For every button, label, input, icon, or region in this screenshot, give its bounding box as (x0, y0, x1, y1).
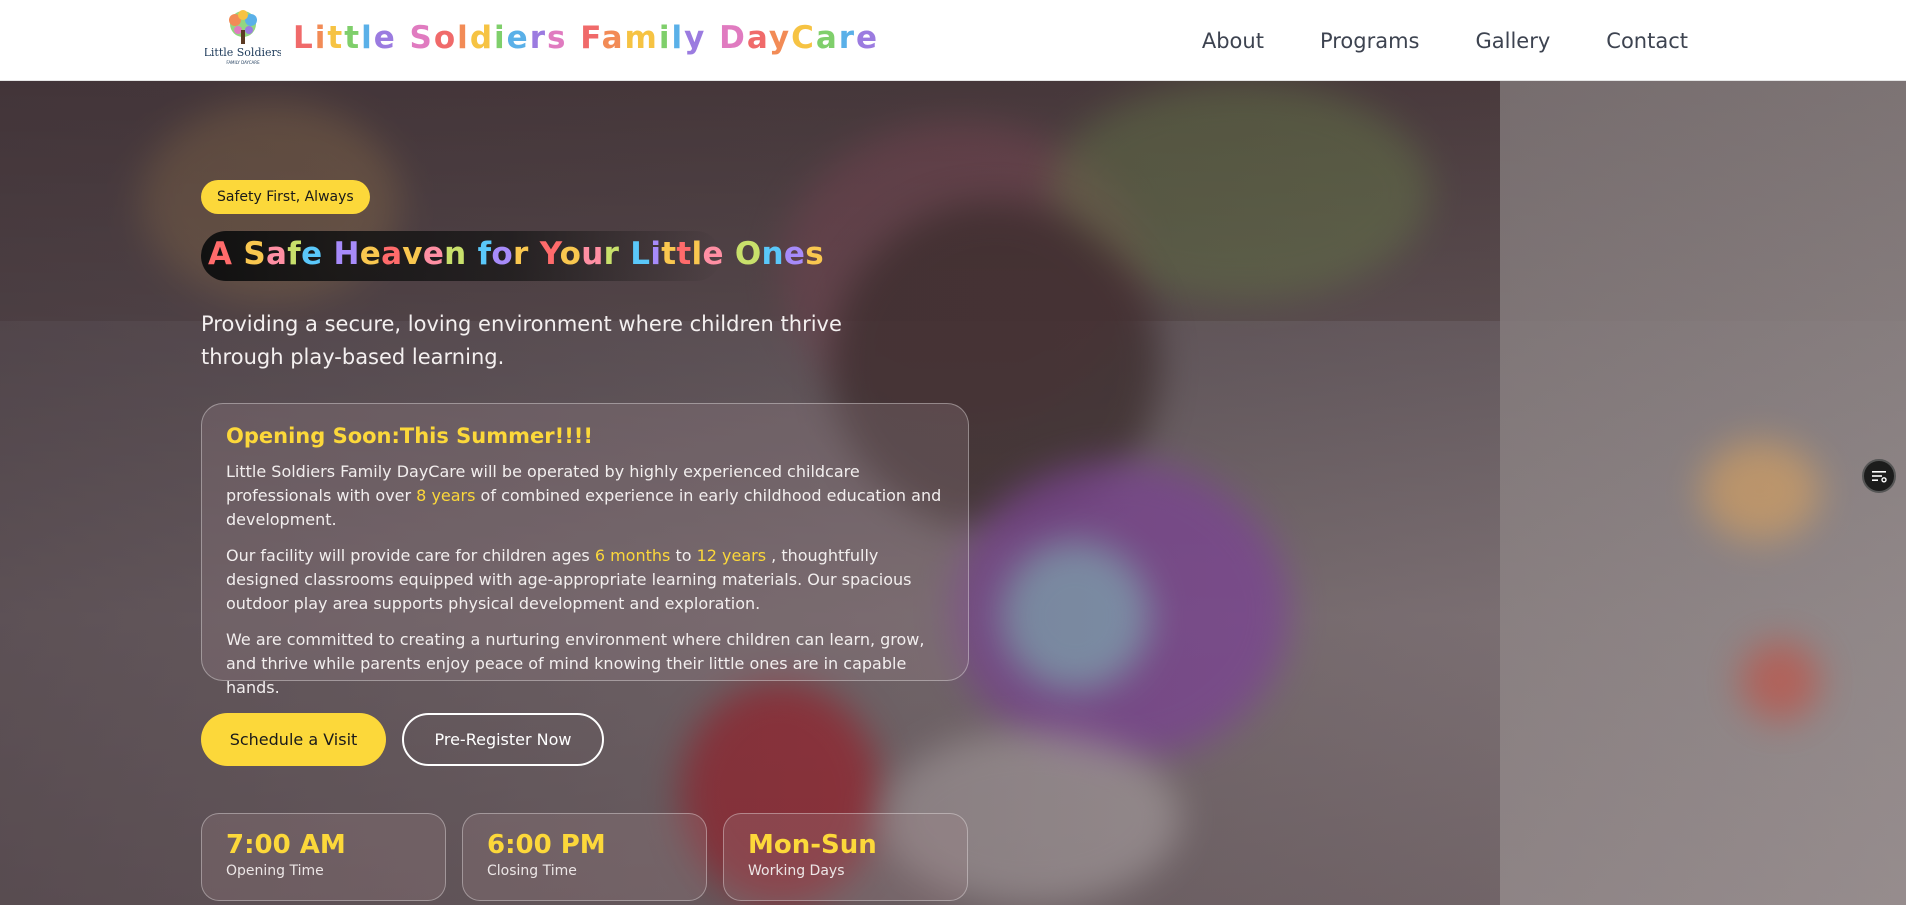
pre-register-button[interactable]: Pre-Register Now (402, 713, 604, 766)
stat-value: 6:00 PM (487, 830, 606, 860)
stat-value: 7:00 AM (226, 830, 346, 860)
highlight-years: 8 years (416, 486, 476, 505)
info-paragraph-commitment: We are committed to creating a nurturing… (226, 630, 925, 697)
nav-about[interactable]: About (1202, 29, 1264, 53)
nav-contact[interactable]: Contact (1606, 29, 1688, 53)
logo-text: Little Soldiers (205, 46, 281, 59)
brand-name[interactable]: Little Soldiers Family DayCare (293, 20, 879, 56)
schedule-visit-button[interactable]: Schedule a Visit (201, 713, 386, 766)
highlight-min-age: 6 months (594, 546, 671, 565)
logo-icon[interactable]: Little Soldiers FAMILY DAYCARE (205, 8, 281, 72)
highlight-max-age: 12 years (696, 546, 767, 565)
opening-info-card: Opening Soon:This Summer!!!! Little Sold… (201, 403, 969, 697)
hero-tagline: Providing a secure, loving environment w… (201, 312, 842, 369)
nav-gallery[interactable]: Gallery (1476, 29, 1551, 53)
main-nav: About Programs Gallery Contact (1202, 0, 1688, 81)
safety-badge: Safety First, Always (201, 180, 370, 214)
logo-subtext: FAMILY DAYCARE (226, 60, 260, 65)
hero-headline: A Safe Heaven for Your Little Ones (208, 236, 825, 272)
stat-closing-time: 6:00 PM Closing Time (462, 813, 707, 901)
nav-programs[interactable]: Programs (1320, 29, 1420, 53)
stat-value: Mon-Sun (748, 830, 877, 860)
stat-label: Closing Time (487, 863, 577, 879)
info-paragraph-facility: Our facility will provide care for child… (226, 546, 912, 613)
site-header: Little Soldiers FAMILY DAYCARE Little So… (0, 0, 1906, 81)
stat-label: Working Days (748, 863, 845, 879)
stat-working-days: Mon-Sun Working Days (723, 813, 968, 901)
opening-title: Opening Soon:This Summer!!!! (226, 424, 593, 448)
filter-list-icon[interactable] (1862, 459, 1896, 493)
stat-opening-time: 7:00 AM Opening Time (201, 813, 446, 901)
info-paragraph-experience: Little Soldiers Family DayCare will be o… (226, 462, 942, 529)
stat-label: Opening Time (226, 863, 324, 879)
